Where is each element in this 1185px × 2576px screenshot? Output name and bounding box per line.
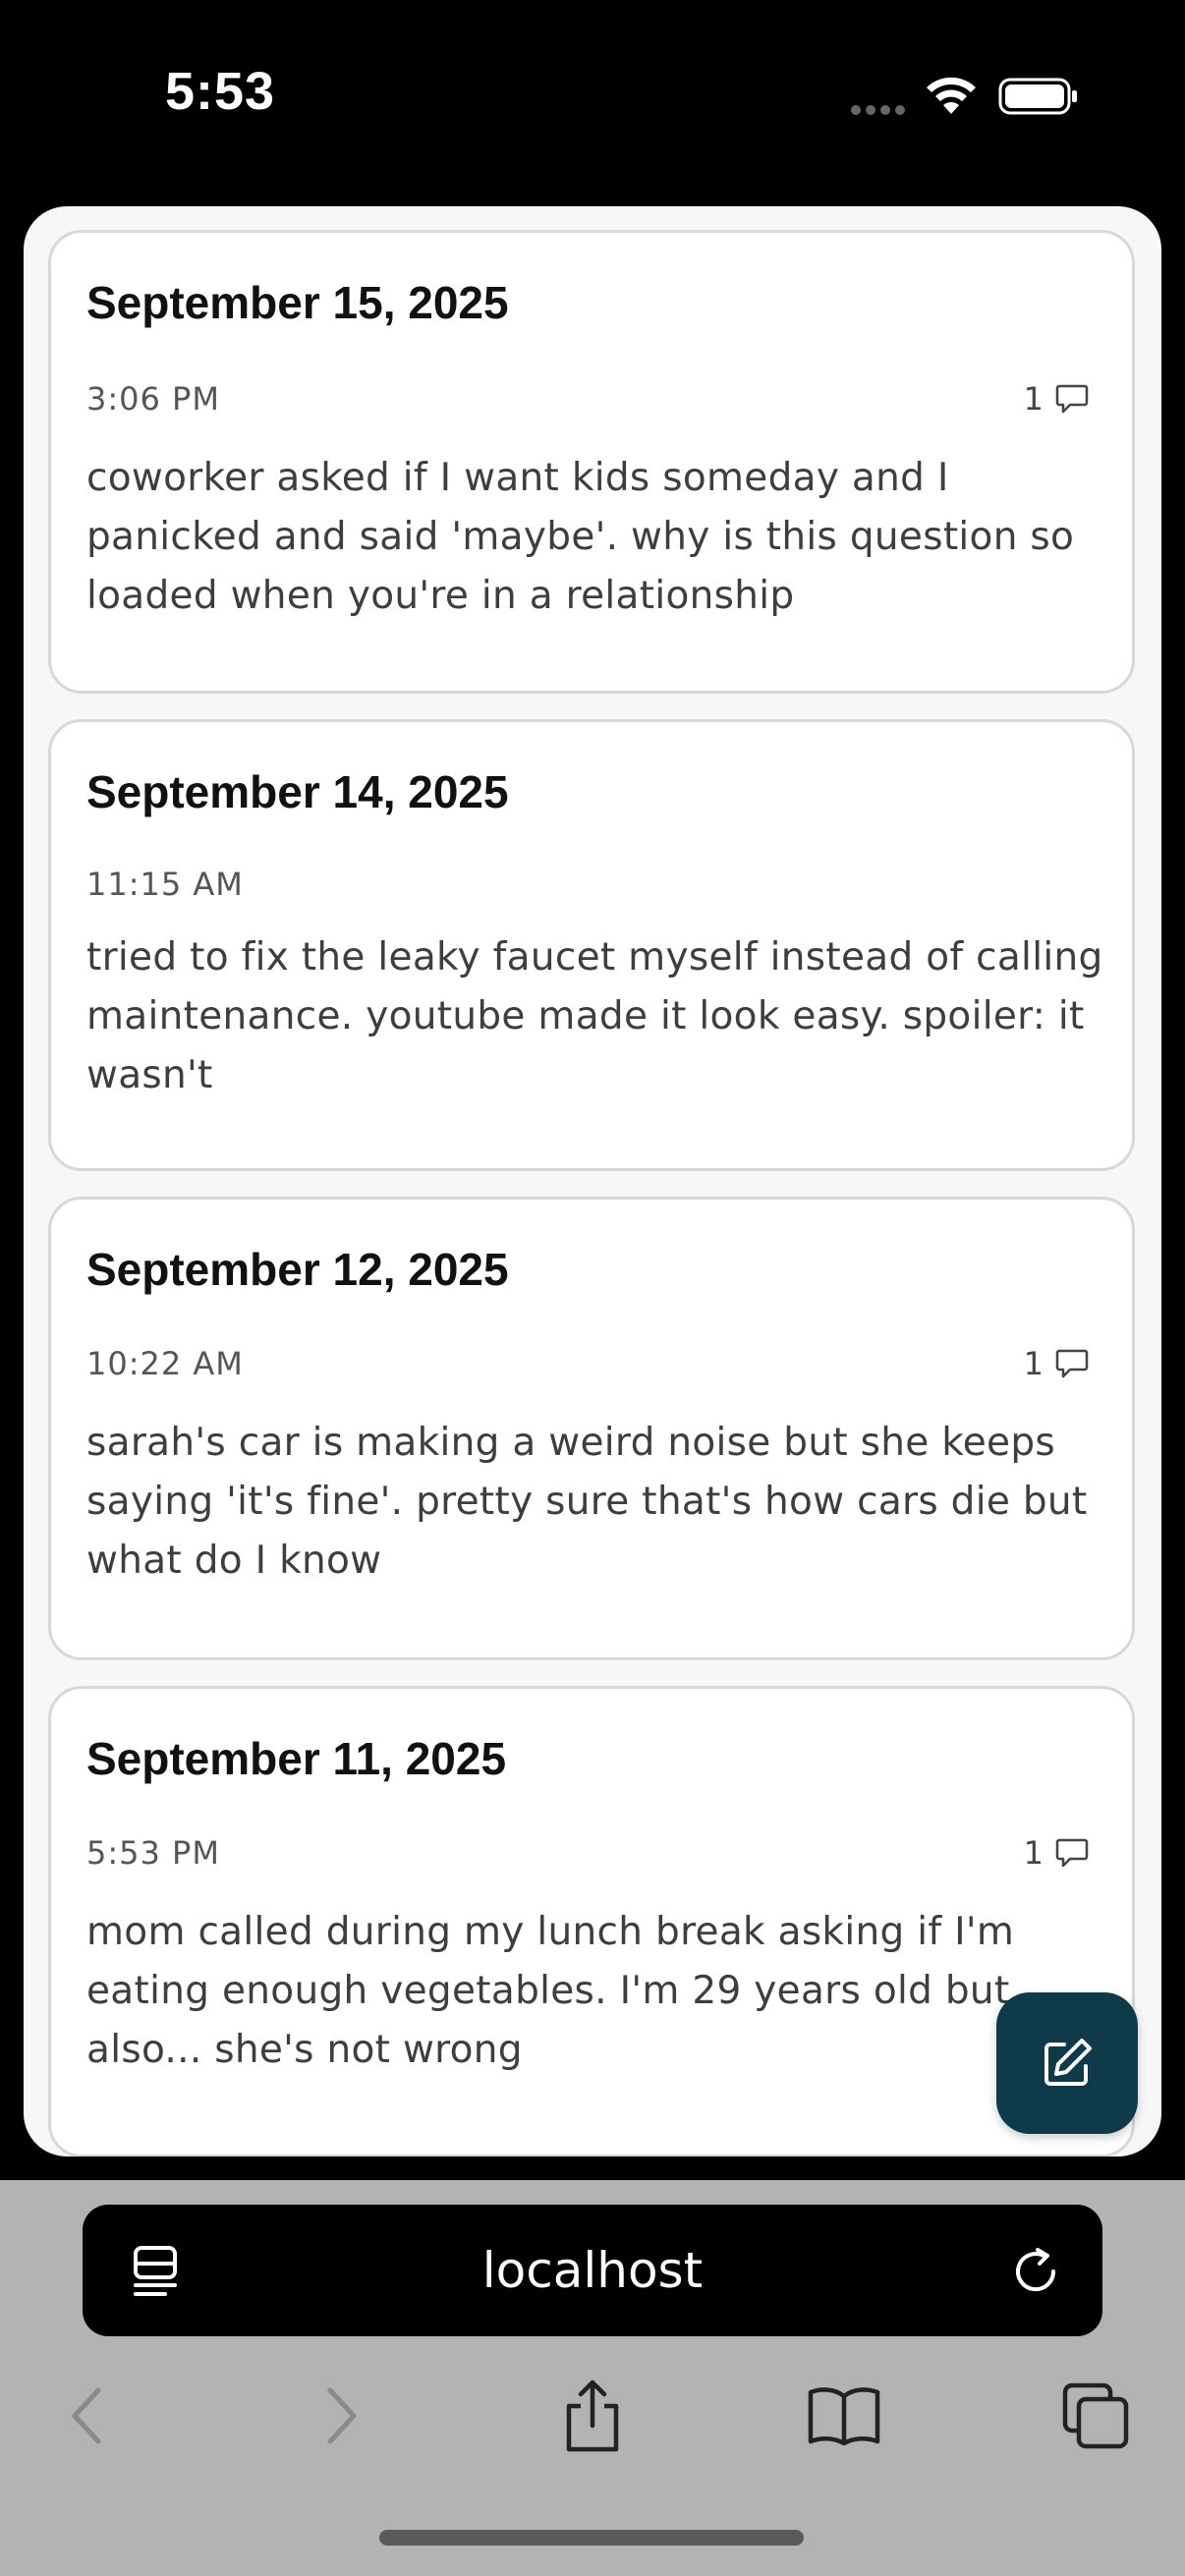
entry-time: 10:22 AM [86, 1345, 244, 1382]
back-icon [72, 2387, 101, 2444]
journal-entry-card[interactable]: September 11, 2025 5:53 PM 1 mom called … [48, 1686, 1135, 2156]
address-bar[interactable]: localhost [83, 2205, 1102, 2336]
journal-feed[interactable]: September 15, 2025 3:06 PM 1 coworker as… [24, 206, 1161, 2156]
share-button[interactable] [553, 2377, 632, 2455]
new-entry-button[interactable] [996, 1992, 1138, 2134]
cellular-signal-icon [851, 105, 905, 115]
comment-icon [1055, 1349, 1089, 1378]
forward-button[interactable] [303, 2377, 381, 2455]
entry-time: 3:06 PM [86, 380, 220, 418]
share-icon [566, 2380, 619, 2452]
status-time: 5:53 [165, 62, 276, 121]
battery-icon [998, 78, 1077, 115]
entry-date: September 15, 2025 [86, 277, 509, 328]
journal-entry-card[interactable]: September 15, 2025 3:06 PM 1 coworker as… [48, 230, 1135, 694]
entry-text: mom called during my lunch break asking … [86, 1910, 1015, 2072]
entry-date: September 11, 2025 [86, 1733, 507, 1784]
comment-count-value: 1 [1023, 1345, 1044, 1382]
forward-icon [327, 2387, 357, 2444]
home-indicator [379, 2530, 804, 2546]
browser-toolbar: localhost [0, 2180, 1185, 2576]
comment-count-value: 1 [1023, 1834, 1044, 1872]
bookmarks-button[interactable] [805, 2377, 883, 2455]
entry-text: coworker asked if I want kids someday an… [86, 456, 1075, 618]
journal-entry-card[interactable]: September 14, 2025 11:15 AM tried to fix… [48, 719, 1135, 1171]
compose-icon [1044, 2039, 1092, 2086]
entry-text: tried to fix the leaky faucet myself ins… [86, 935, 1103, 1097]
reload-icon[interactable] [1008, 2242, 1065, 2299]
entry-date: September 12, 2025 [86, 1244, 509, 1295]
entry-text: sarah's car is making a weird noise but … [86, 1421, 1088, 1583]
entry-date: September 14, 2025 [86, 766, 509, 817]
comment-icon [1055, 384, 1089, 414]
wifi-icon [927, 77, 976, 114]
entry-time: 11:15 AM [86, 866, 244, 903]
comment-count[interactable]: 1 [1024, 1345, 1089, 1382]
comment-count[interactable]: 1 [1024, 1834, 1089, 1872]
comment-count-value: 1 [1023, 380, 1044, 418]
status-bar: 5:53 [0, 0, 1185, 196]
comment-count[interactable]: 1 [1024, 380, 1089, 418]
back-button[interactable] [47, 2377, 126, 2455]
entry-time: 5:53 PM [86, 1834, 220, 1872]
comment-icon [1055, 1838, 1089, 1868]
journal-entry-card[interactable]: September 12, 2025 10:22 AM 1 sarah's ca… [48, 1197, 1135, 1660]
bookmarks-icon [808, 2387, 880, 2446]
tabs-button[interactable] [1056, 2377, 1135, 2455]
tabs-icon [1062, 2382, 1129, 2449]
url-text: localhost [481, 2242, 704, 2299]
